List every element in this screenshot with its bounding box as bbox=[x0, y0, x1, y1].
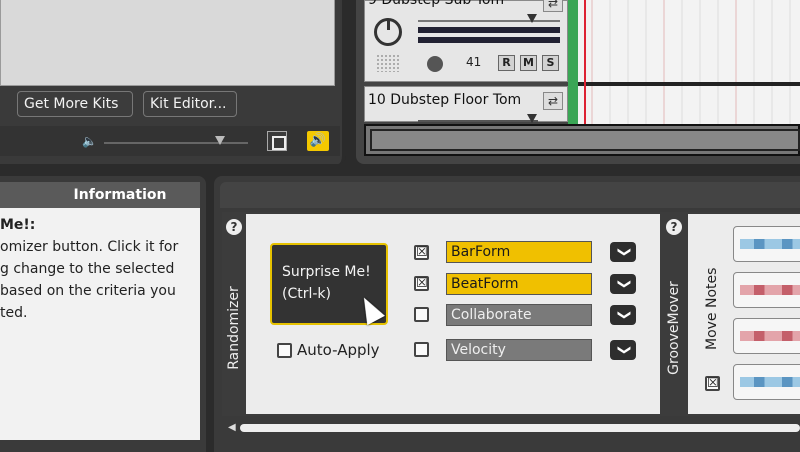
track-name[interactable]: 9 Dubstep Sub Tom bbox=[368, 0, 504, 8]
fader-thumb[interactable] bbox=[527, 14, 537, 23]
beatform-option[interactable]: BeatForm bbox=[446, 273, 592, 295]
information-body: Me!: omizer button. Click it for g chang… bbox=[0, 208, 200, 440]
auto-apply-checkbox[interactable] bbox=[277, 343, 292, 358]
audition-speaker-button[interactable]: 🔊 bbox=[307, 131, 329, 151]
information-header: Information bbox=[0, 182, 200, 208]
kit-browser-area[interactable] bbox=[0, 0, 335, 86]
randomizer-label: Randomizer bbox=[226, 286, 242, 370]
information-line: based on the criteria you bbox=[0, 283, 176, 299]
chevron-glyph: ❯ bbox=[616, 344, 631, 356]
groove-pattern-button[interactable] bbox=[733, 318, 800, 354]
chevron-down-icon[interactable]: ❯ bbox=[610, 340, 636, 360]
collaborate-option[interactable]: Collaborate bbox=[446, 304, 592, 326]
velocity-checkbox[interactable] bbox=[414, 342, 429, 357]
groove-pattern-button[interactable] bbox=[733, 226, 800, 262]
get-more-kits-button[interactable]: Get More Kits bbox=[17, 91, 133, 117]
timeline-grid-lines bbox=[591, 0, 791, 124]
chevron-down-icon[interactable]: ❯ bbox=[610, 274, 636, 294]
collaborate-checkbox[interactable] bbox=[414, 307, 429, 322]
volume-slider[interactable] bbox=[104, 142, 248, 144]
fader-track[interactable] bbox=[418, 20, 560, 22]
chevron-glyph: ❯ bbox=[616, 309, 631, 321]
record-arm-button[interactable]: R bbox=[498, 55, 515, 71]
level-meter-left bbox=[418, 27, 560, 33]
information-title: Me!: bbox=[0, 217, 36, 233]
move-notes-label: Move Notes bbox=[704, 267, 720, 350]
groovemover-label: GrooveMover bbox=[666, 281, 682, 375]
fader-thumb[interactable] bbox=[527, 114, 537, 123]
information-line: omizer button. Click it for bbox=[0, 239, 179, 255]
pattern-bar bbox=[740, 285, 800, 295]
groove-pattern-button[interactable] bbox=[733, 364, 800, 400]
timeline-grid[interactable] bbox=[578, 0, 800, 124]
chevron-down-icon[interactable]: ❯ bbox=[610, 242, 636, 262]
barform-option[interactable]: BarForm bbox=[446, 241, 592, 263]
information-line: g change to the selected bbox=[0, 261, 175, 277]
velocity-option[interactable]: Velocity bbox=[446, 339, 592, 361]
level-meter-right bbox=[418, 37, 560, 43]
auto-apply-label[interactable]: Auto-Apply bbox=[297, 341, 380, 359]
groove-pattern-button[interactable] bbox=[733, 272, 800, 308]
barform-checkbox[interactable]: ☒ bbox=[414, 245, 429, 260]
drag-grip-icon[interactable] bbox=[376, 54, 400, 72]
playhead[interactable] bbox=[584, 0, 586, 124]
track-volume-value: 41 bbox=[466, 55, 482, 69]
chevron-glyph: ❯ bbox=[616, 278, 631, 290]
track-divider bbox=[578, 82, 800, 86]
chevron-glyph: ❯ bbox=[616, 246, 631, 258]
kit-editor-button[interactable]: Kit Editor... bbox=[143, 91, 237, 117]
beatform-checkbox[interactable]: ☒ bbox=[414, 276, 429, 291]
randomizer-header bbox=[220, 182, 800, 208]
help-icon[interactable]: ? bbox=[666, 219, 682, 235]
swap-icon[interactable]: ⇄ bbox=[543, 0, 563, 12]
pan-knob[interactable] bbox=[427, 56, 443, 72]
scroll-left-icon[interactable]: ◀ bbox=[228, 423, 236, 433]
volume-knob[interactable] bbox=[374, 18, 402, 46]
fader-track[interactable] bbox=[418, 120, 538, 122]
kit-transport-bar bbox=[0, 126, 340, 156]
scrollbar-thumb[interactable] bbox=[240, 424, 800, 432]
bottom-track-inner bbox=[370, 129, 800, 151]
surprise-me-label: Surprise Me! bbox=[282, 264, 371, 280]
pattern-bar bbox=[740, 331, 800, 341]
mute-button[interactable]: M bbox=[520, 55, 537, 71]
pattern-bar bbox=[740, 239, 800, 249]
chevron-down-icon[interactable]: ❯ bbox=[610, 305, 636, 325]
volume-slider-thumb[interactable] bbox=[215, 136, 225, 145]
track-color-strip bbox=[568, 0, 578, 124]
information-line: ted. bbox=[0, 305, 28, 321]
stop-button[interactable] bbox=[267, 131, 287, 151]
pattern-bar bbox=[740, 377, 800, 387]
track-name[interactable]: 10 Dubstep Floor Tom bbox=[368, 92, 521, 108]
speaker-icon: 🔈 bbox=[82, 134, 97, 148]
swap-icon[interactable]: ⇄ bbox=[543, 92, 563, 110]
help-icon[interactable]: ? bbox=[226, 219, 242, 235]
move-notes-checkbox[interactable]: ☒ bbox=[705, 376, 720, 391]
solo-button[interactable]: S bbox=[542, 55, 559, 71]
